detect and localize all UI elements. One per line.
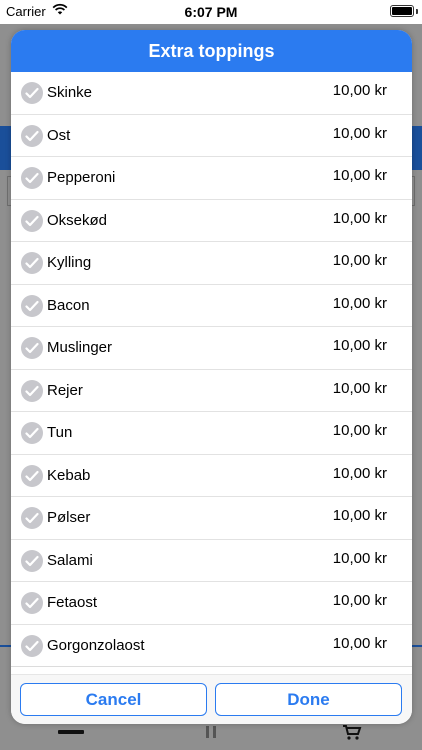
topping-name: Gorgonzolaost	[47, 636, 145, 654]
topping-name: Kylling	[47, 254, 92, 271]
topping-row[interactable]: Skinke 10,00 kr	[11, 72, 412, 115]
topping-name: Rejer	[47, 381, 83, 399]
topping-price: 10,00 kr	[332, 422, 387, 439]
checkmark-circle-icon[interactable]	[21, 592, 43, 614]
topping-name: Salami	[47, 551, 93, 569]
toppings-list[interactable]: Skinke 10,00 kr Ost 10,00 kr Pepperoni 10,00 …	[11, 72, 412, 680]
checkmark-circle-icon[interactable]	[21, 209, 43, 232]
topping-row[interactable]: Fetaost 10,00 kr	[11, 582, 412, 625]
topping-name: Kebab	[47, 466, 91, 484]
topping-name: Bacon	[47, 296, 90, 314]
topping-price: 10,00 kr	[332, 379, 387, 397]
topping-row[interactable]: Gorgonzolaost 10,00 kr	[11, 625, 412, 667]
clock: 6:07 PM	[184, 4, 238, 20]
topping-price: 10,00 kr	[332, 294, 387, 312]
topping-row[interactable]: Muslinger 10,00 kr	[11, 327, 412, 370]
topping-row[interactable]: Oksekød 10,00 kr	[11, 200, 412, 242]
topping-price: 10,00 kr	[332, 507, 387, 524]
topping-row[interactable]: Kylling 10,00 kr	[11, 242, 412, 285]
topping-row[interactable]: Rejer 10,00 kr	[11, 370, 412, 412]
topping-price: 10,00 kr	[332, 592, 387, 609]
checkmark-circle-icon[interactable]	[21, 549, 43, 572]
checkmark-circle-icon[interactable]	[21, 464, 43, 487]
done-button[interactable]: Done	[215, 683, 402, 716]
checkmark-circle-icon[interactable]	[21, 379, 43, 402]
topping-price: 10,00 kr	[332, 124, 387, 142]
topping-name: Pepperoni	[47, 169, 116, 186]
modal-footer: Cancel Done	[11, 674, 412, 724]
checkmark-circle-icon[interactable]	[21, 82, 43, 104]
checkmark-circle-icon[interactable]	[21, 294, 43, 317]
topping-row[interactable]: Salami 10,00 kr	[11, 540, 412, 582]
topping-row[interactable]: Ost 10,00 kr	[11, 115, 412, 157]
modal-title: Extra toppings	[11, 30, 412, 72]
checkmark-circle-icon[interactable]	[21, 124, 43, 147]
topping-row[interactable]: Bacon 10,00 kr	[11, 285, 412, 327]
battery-cap	[416, 9, 418, 14]
status-bar: Carrier 6:07 PM	[0, 0, 422, 24]
checkmark-circle-icon[interactable]	[21, 634, 43, 657]
menu-icon	[58, 730, 84, 734]
topping-price: 10,00 kr	[332, 209, 387, 227]
topping-row[interactable]: Kebab 10,00 kr	[11, 455, 412, 497]
topping-price: 10,00 kr	[332, 167, 387, 184]
topping-row[interactable]: Pepperoni 10,00 kr	[11, 157, 412, 200]
background-tab-bar	[0, 722, 422, 750]
topping-name: Fetaost	[47, 594, 98, 611]
topping-price: 10,00 kr	[332, 337, 387, 354]
topping-name: Tun	[47, 424, 73, 441]
topping-name: Oksekød	[47, 211, 108, 229]
topping-row[interactable]: Tun 10,00 kr	[11, 412, 412, 455]
battery-icon	[390, 5, 414, 17]
topping-price: 10,00 kr	[332, 82, 387, 99]
topping-name: Pølser	[47, 509, 91, 526]
topping-name: Muslinger	[47, 339, 113, 356]
topping-price: 10,00 kr	[332, 464, 387, 482]
topping-name: Skinke	[47, 84, 93, 101]
cancel-button[interactable]: Cancel	[20, 683, 207, 716]
toppings-modal: Extra toppings Skinke 10,00 kr Ost 10,00 kr…	[11, 30, 412, 724]
pause-icon	[206, 726, 216, 738]
topping-row[interactable]: Pølser 10,00 kr	[11, 497, 412, 540]
topping-price: 10,00 kr	[332, 634, 387, 652]
checkmark-circle-icon[interactable]	[21, 167, 43, 189]
topping-price: 10,00 kr	[332, 549, 387, 567]
topping-name: Ost	[47, 126, 71, 144]
checkmark-circle-icon[interactable]	[21, 337, 43, 359]
cart-icon	[342, 724, 362, 740]
checkmark-circle-icon[interactable]	[21, 507, 43, 529]
topping-price: 10,00 kr	[332, 252, 387, 269]
checkmark-circle-icon[interactable]	[21, 252, 43, 274]
checkmark-circle-icon[interactable]	[21, 422, 43, 444]
